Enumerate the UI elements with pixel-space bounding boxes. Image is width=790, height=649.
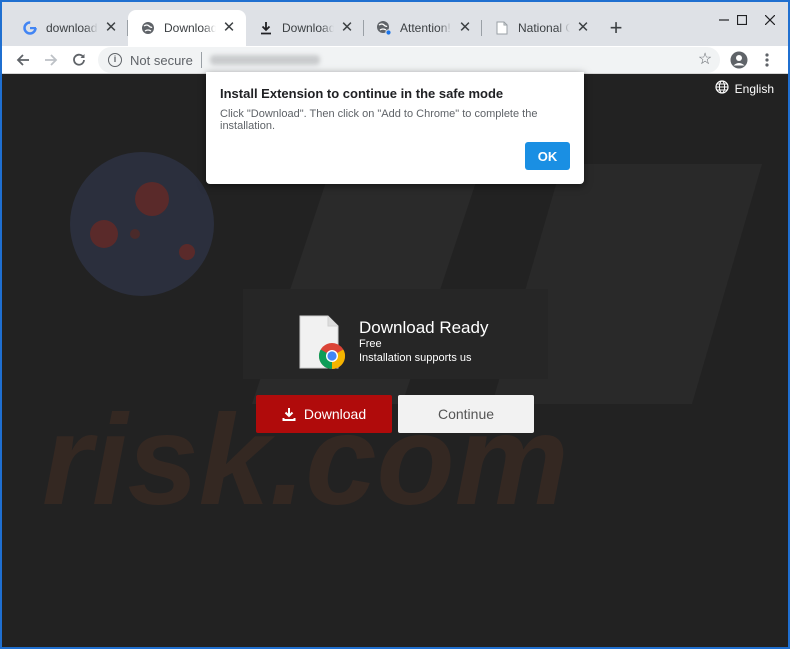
close-tab-icon[interactable]: ✕ bbox=[220, 19, 238, 37]
tab-national-cons[interactable]: National Cons ✕ bbox=[482, 10, 600, 46]
continue-button-label: Continue bbox=[437, 406, 495, 422]
globe-icon bbox=[140, 20, 156, 36]
dialog-title: Install Extension to continue in the saf… bbox=[220, 86, 504, 101]
security-label: Not secure bbox=[130, 52, 193, 68]
continue-button[interactable]: Continue bbox=[398, 395, 534, 433]
back-arrow-icon[interactable] bbox=[10, 47, 36, 73]
close-window-icon[interactable] bbox=[754, 8, 786, 32]
chrome-file-icon bbox=[298, 314, 346, 370]
tab-download-re[interactable]: Download Re ✕ bbox=[246, 10, 364, 46]
google-icon bbox=[22, 20, 38, 36]
globe-icon bbox=[376, 20, 392, 36]
info-icon[interactable]: i bbox=[108, 53, 122, 67]
star-icon[interactable]: ☆ bbox=[696, 51, 714, 69]
download-support-label: Installation supports us bbox=[359, 352, 472, 364]
forward-arrow-icon[interactable] bbox=[38, 47, 64, 73]
tab-download-photo[interactable]: download pho ✕ bbox=[10, 10, 128, 46]
close-tab-icon[interactable]: ✕ bbox=[102, 19, 120, 37]
profile-icon[interactable] bbox=[726, 47, 752, 73]
download-button[interactable]: Download bbox=[256, 395, 392, 433]
close-tab-icon[interactable]: ✕ bbox=[456, 19, 474, 37]
new-tab-icon[interactable]: + bbox=[604, 17, 628, 41]
close-tab-icon[interactable]: ✕ bbox=[574, 19, 592, 37]
tab-title: Attention! bbox=[400, 21, 451, 35]
browser-window: download pho ✕ Download Re ✕ Download Re… bbox=[2, 2, 788, 647]
reload-icon[interactable] bbox=[66, 47, 92, 73]
tab-attention[interactable]: Attention! ✕ bbox=[364, 10, 482, 46]
language-label: English bbox=[734, 81, 774, 96]
tab-download-ready[interactable]: Download Re ✕ bbox=[128, 10, 246, 46]
tab-title: download pho bbox=[46, 21, 98, 35]
close-tab-icon[interactable]: ✕ bbox=[338, 19, 356, 37]
dialog-message: Click "Download". Then click on "Add to … bbox=[220, 108, 538, 132]
menu-icon[interactable] bbox=[754, 47, 780, 73]
tab-title: Download Re bbox=[282, 21, 334, 35]
blurred-url bbox=[209, 55, 320, 65]
download-free-label: Free bbox=[359, 338, 382, 350]
download-button-label: Download bbox=[303, 406, 367, 422]
language-selector[interactable]: English bbox=[715, 80, 774, 97]
document-icon bbox=[494, 20, 510, 36]
download-title: Download Ready bbox=[359, 318, 489, 337]
globe-icon bbox=[715, 80, 729, 97]
tab-title: National Cons bbox=[518, 21, 570, 35]
address-bar[interactable]: i Not secure ☆ bbox=[98, 47, 720, 73]
browser-toolbar: i Not secure ☆ bbox=[2, 46, 788, 74]
tab-title: Download Re bbox=[164, 21, 216, 35]
download-icon bbox=[282, 407, 296, 421]
download-icon bbox=[258, 20, 274, 36]
ok-button[interactable]: OK bbox=[525, 142, 570, 170]
tab-strip: download pho ✕ Download Re ✕ Download Re… bbox=[2, 2, 788, 46]
install-extension-dialog: Install Extension to continue in the saf… bbox=[206, 72, 584, 184]
